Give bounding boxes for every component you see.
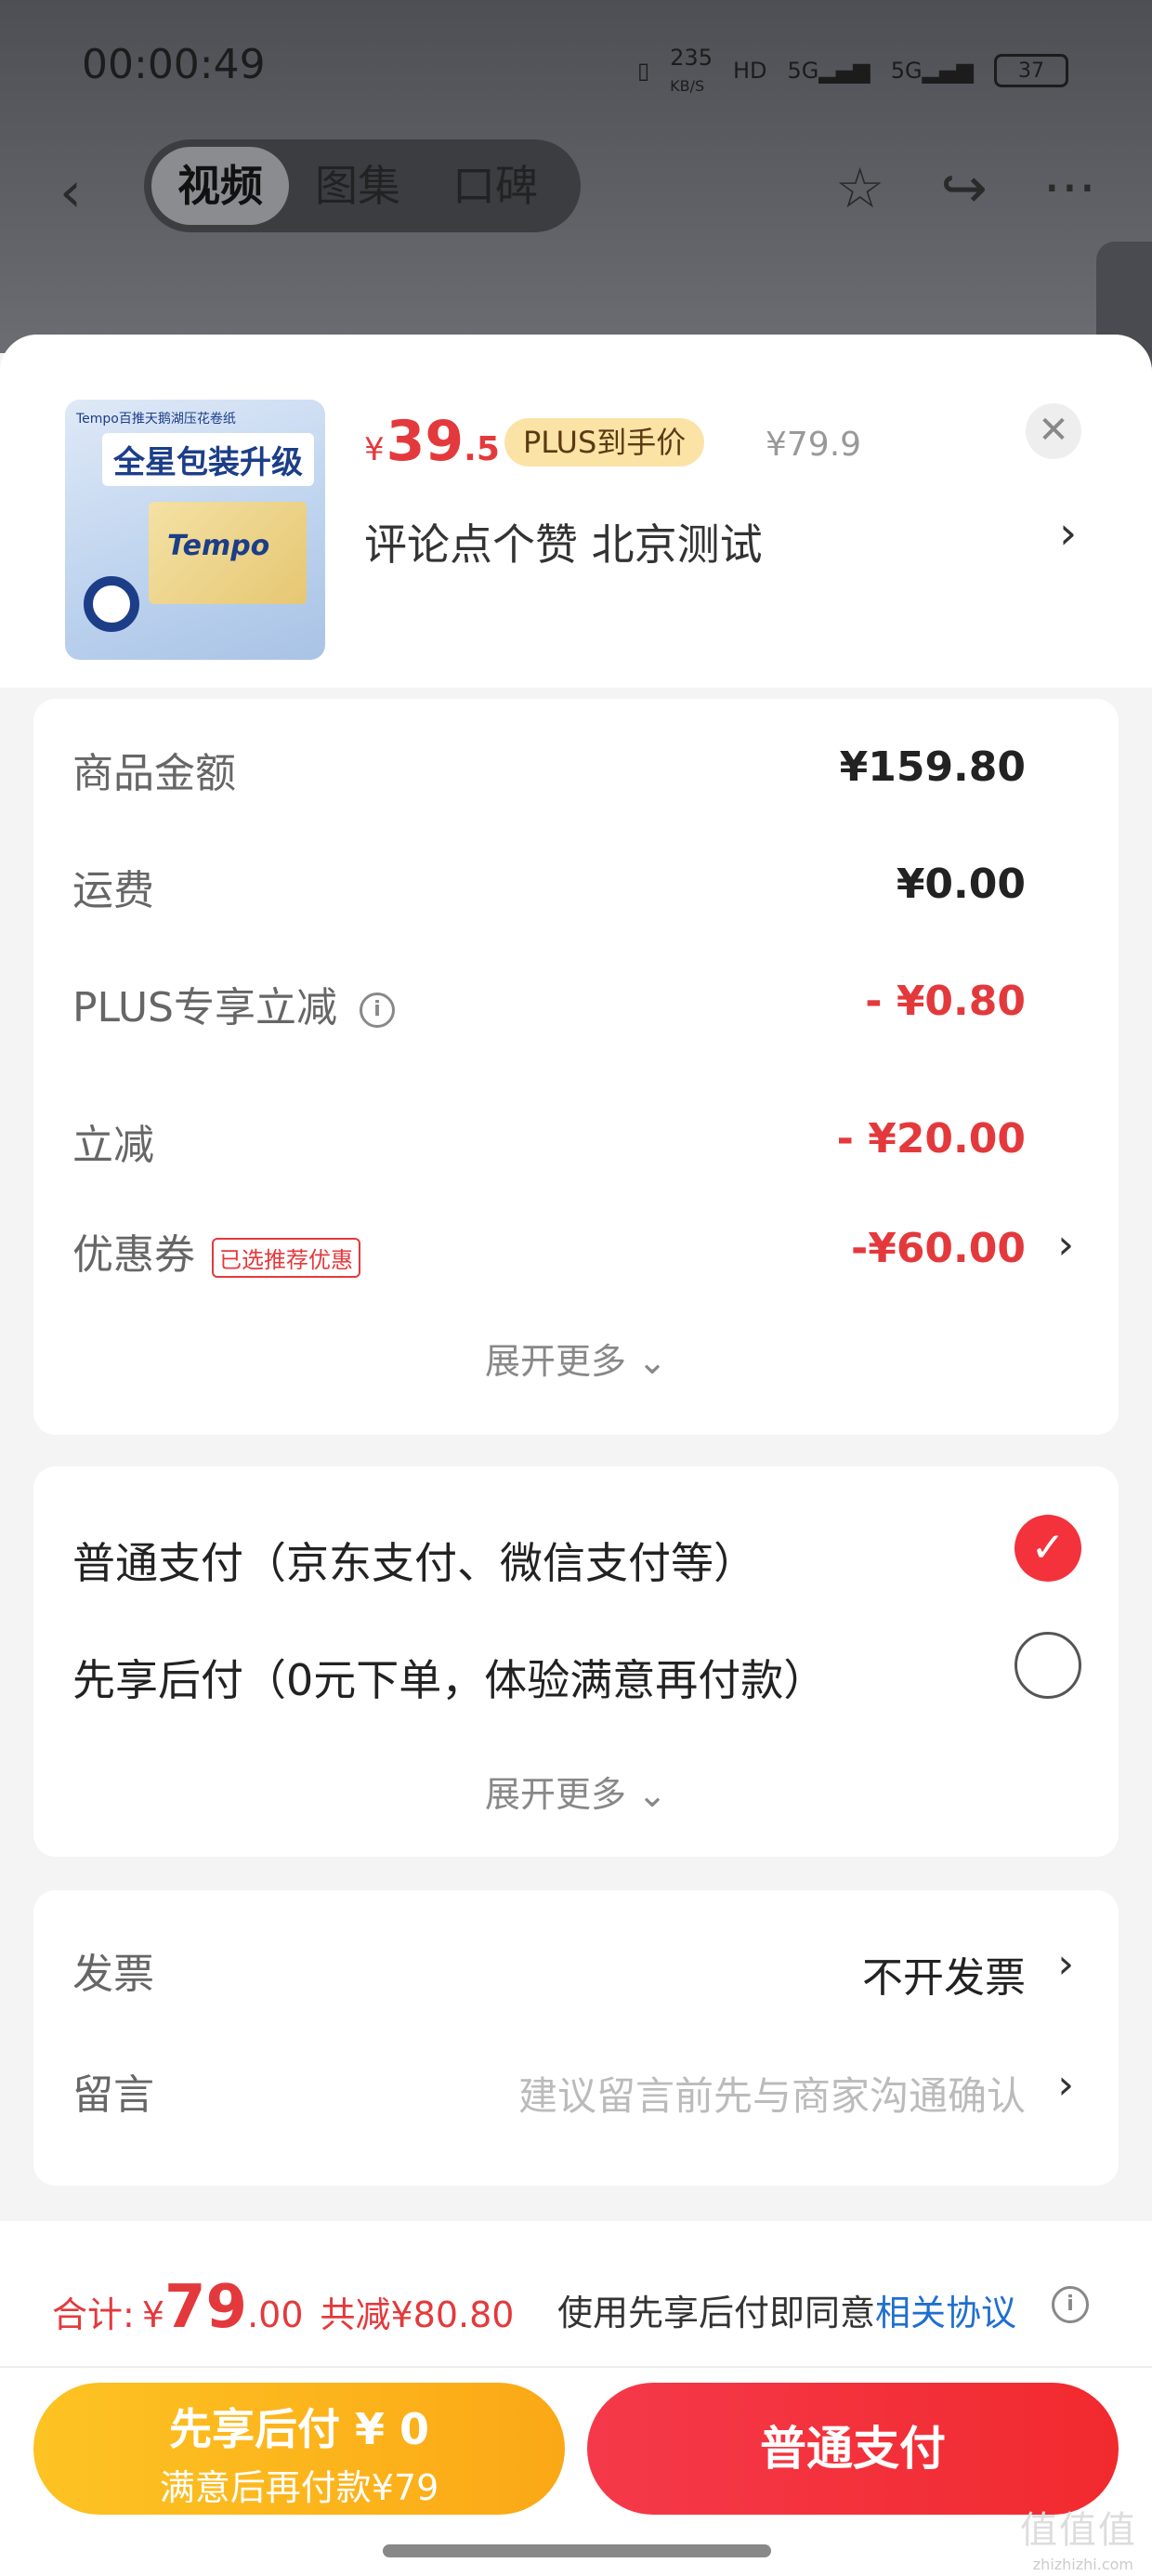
close-icon[interactable]: ✕	[1026, 403, 1081, 459]
back-icon[interactable]: ‹	[59, 160, 82, 225]
chevron-right-icon[interactable]: ›	[1057, 1940, 1074, 1988]
thumb-title: 全星包装升级	[102, 433, 314, 486]
net-type-1: 5G	[787, 58, 819, 84]
summary-row-plus: PLUS专享立减 i - ¥0.80	[72, 974, 1119, 1033]
coupon-label: 优惠券	[72, 1231, 195, 1279]
signal-icon-1: 5G▂▄▆	[787, 58, 871, 84]
payment-card: 普通支付（京东支付、微信支付等） ✓ 先享后付（0元下单，体验满意再付款） 展开…	[33, 1466, 1119, 1857]
watermark: 值值值	[1020, 2509, 1137, 2552]
signal-icon-2: 5G▂▄▆	[890, 58, 974, 84]
info-icon[interactable]: i	[360, 992, 395, 1028]
net-speed-value: 235	[670, 45, 713, 71]
address-text[interactable]: 评论点个赞 北京测试	[364, 511, 763, 572]
summary-label: 立减	[72, 1122, 154, 1169]
star-icon[interactable]: ☆	[835, 156, 885, 221]
summary-label: 商品金额	[72, 750, 236, 797]
tab-reviews[interactable]: 口碑	[426, 147, 564, 225]
summary-row-coupon[interactable]: 优惠券 已选推荐优惠 -¥60.00 ›	[72, 1221, 1119, 1279]
expand-more-payment[interactable]: 展开更多 ⌄	[33, 1766, 1119, 1817]
vibrate-icon: ▯	[636, 58, 650, 84]
share-icon[interactable]: ↪	[941, 156, 988, 221]
summary-value: -¥60.00	[850, 1225, 1026, 1272]
payment-option-normal[interactable]: 普通支付（京东支付、微信支付等）	[72, 1530, 756, 1591]
thumb-roll	[84, 576, 139, 632]
pay-later-sub: 满意后再付款¥79	[159, 2467, 439, 2508]
plus-discount-label: PLUS专享立减	[72, 984, 337, 1032]
status-icons: ▯ 235 KB/S HD 5G▂▄▆ 5G▂▄▆ 37	[637, 45, 1068, 97]
nav-actions: ☆ ↪ ···	[835, 156, 1096, 221]
price-currency: ¥	[364, 431, 385, 468]
summary-value: ¥0.00	[896, 861, 1026, 908]
note-placeholder[interactable]: 建议留言前先与商家沟通确认	[518, 2065, 1026, 2122]
status-time: 00:00:49	[82, 41, 266, 88]
agreement-text: 使用先享后付即同意相关协议	[557, 2284, 1016, 2335]
invoice-value: 不开发票	[862, 1954, 1026, 2002]
price-int: 39	[386, 409, 465, 474]
divider	[0, 2366, 1152, 2368]
summary-label: 优惠券 已选推荐优惠	[72, 1221, 360, 1281]
note-label: 留言	[72, 2071, 154, 2119]
summary-row-instant: 立减 - ¥20.00	[72, 1111, 1119, 1169]
total-price: 合计: ¥ 79 .00 共减¥80.80	[52, 2273, 514, 2342]
thumb-caption: Tempo百推天鹅湖压花卷纸	[76, 412, 236, 427]
note-row[interactable]: 留言 建议留言前先与商家沟通确认 ›	[72, 2061, 1119, 2119]
checked-icon[interactable]: ✓	[1015, 1515, 1081, 1582]
price-dec: .5	[464, 430, 500, 468]
product-price: ¥ 39 .5	[364, 409, 500, 474]
invoice-label: 发票	[72, 1951, 154, 1998]
total-label: 合计:	[52, 2294, 135, 2335]
invoice-row[interactable]: 发票 不开发票 ›	[72, 1940, 1119, 2002]
summary-value: ¥159.80	[839, 743, 1026, 791]
agreement-prefix: 使用先享后付即同意	[557, 2293, 876, 2333]
summary-row-shipping: 运费 ¥0.00	[72, 857, 1119, 914]
net-type-2: 5G	[890, 58, 923, 84]
battery-icon: 37	[994, 54, 1068, 87]
extra-card: 发票 不开发票 › 留言 建议留言前先与商家沟通确认 ›	[33, 1890, 1119, 2186]
checkout-bar: 合计: ¥ 79 .00 共减¥80.80 使用先享后付即同意相关协议 i 先享…	[0, 2221, 1152, 2576]
plus-price-badge: PLUS到手价	[504, 418, 705, 467]
net-speed-unit: KB/S	[670, 77, 705, 95]
watermark-url: zhizhizhi.com	[1032, 2556, 1133, 2573]
agreement-link[interactable]: 相关协议	[875, 2293, 1016, 2333]
hd-icon: HD	[732, 58, 767, 84]
tab-gallery[interactable]: 图集	[289, 147, 426, 225]
total-currency: ¥	[141, 2294, 164, 2335]
info-icon[interactable]: i	[1052, 2286, 1089, 2323]
product-header: Tempo百推天鹅湖压花卷纸 全星包装升级 Tempo ¥ 39 .5 PLUS…	[0, 335, 1152, 688]
tab-video[interactable]: 视频	[151, 147, 289, 225]
radio-unchecked[interactable]	[1015, 1632, 1081, 1699]
expand-more-summary[interactable]: 展开更多 ⌄	[33, 1333, 1119, 1384]
chevron-right-icon[interactable]: ›	[1057, 2061, 1074, 2109]
home-indicator[interactable]	[383, 2544, 771, 2557]
summary-value: - ¥20.00	[836, 1115, 1026, 1163]
summary-label: 运费	[72, 867, 154, 914]
summary-label: PLUS专享立减 i	[72, 974, 395, 1033]
normal-pay-button[interactable]: 普通支付	[587, 2383, 1119, 2515]
total-saved: 共减¥80.80	[320, 2294, 515, 2335]
price-summary-card-lower: 立减 - ¥20.00 优惠券 已选推荐优惠 -¥60.00 › 展开更多 ⌄	[33, 1097, 1119, 1435]
pay-later-main: 先享后付 ¥ 0	[168, 2404, 430, 2454]
coupon-tag: 已选推荐优惠	[212, 1237, 360, 1278]
total-int: 79	[164, 2273, 248, 2342]
chevron-right-icon[interactable]: ›	[1059, 507, 1077, 559]
price-summary-card: 商品金额 ¥159.80 运费 ¥0.00 PLUS专享立减 i - ¥0.80	[33, 699, 1119, 1117]
top-nav: ‹ 视频 图集 口碑 ☆ ↪ ···	[0, 139, 1152, 232]
payment-option-later[interactable]: 先享后付（0元下单，体验满意再付款）	[72, 1647, 826, 1708]
total-dec: .00	[247, 2294, 304, 2335]
media-tabs: 视频 图集 口碑	[144, 139, 581, 232]
pay-later-button[interactable]: 先享后付 ¥ 0 满意后再付款¥79	[33, 2383, 565, 2515]
net-speed: 235 KB/S	[670, 45, 713, 97]
thumb-logo: Tempo	[167, 530, 270, 562]
original-price: ¥79.9	[766, 426, 862, 464]
more-icon[interactable]: ···	[1043, 156, 1096, 221]
summary-value: - ¥0.80	[865, 978, 1026, 1025]
product-thumbnail: Tempo百推天鹅湖压花卷纸 全星包装升级 Tempo	[65, 400, 325, 660]
chevron-right-icon[interactable]: ›	[1057, 1221, 1074, 1268]
summary-row-goods: 商品金额 ¥159.80	[72, 740, 1119, 797]
